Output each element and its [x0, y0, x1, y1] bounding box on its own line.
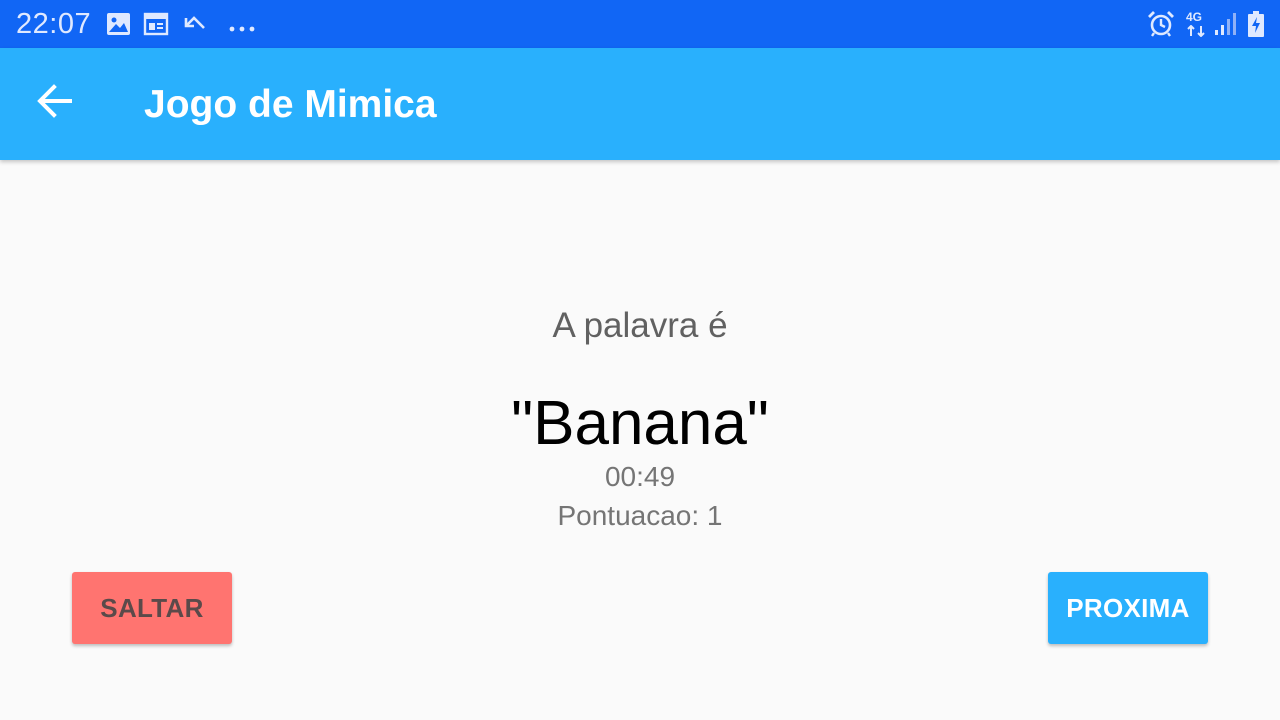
network-4g-label: 4G [1186, 10, 1203, 24]
calendar-icon [143, 12, 169, 41]
back-button[interactable] [24, 72, 86, 134]
alarm-icon [1147, 10, 1175, 43]
arrow-left-icon [37, 83, 73, 124]
more-dots-icon [228, 20, 256, 38]
game-screen: A palavra é "Banana" 00:49 Pontuacao: 1 … [0, 160, 1280, 720]
network-4g-icon: 4G [1186, 10, 1208, 38]
word-prompt: A palavra é [552, 306, 728, 345]
image-icon [106, 12, 131, 41]
score-label: Pontuacao: 1 [557, 500, 723, 531]
battery-charging-icon [1247, 11, 1265, 43]
app-bar: Jogo de Mimica [0, 48, 1280, 160]
next-button[interactable]: PROXIMA [1048, 572, 1208, 644]
current-word: "Banana" [511, 389, 769, 458]
status-bar: 22:07 4G [0, 0, 1280, 48]
countdown-timer: 00:49 [604, 461, 676, 492]
app-title: Jogo de Mimica [144, 83, 437, 126]
missed-call-icon [183, 14, 207, 39]
skip-button[interactable]: SALTAR [72, 572, 232, 644]
signal-icon [1214, 12, 1238, 41]
status-time: 22:07 [16, 8, 92, 40]
